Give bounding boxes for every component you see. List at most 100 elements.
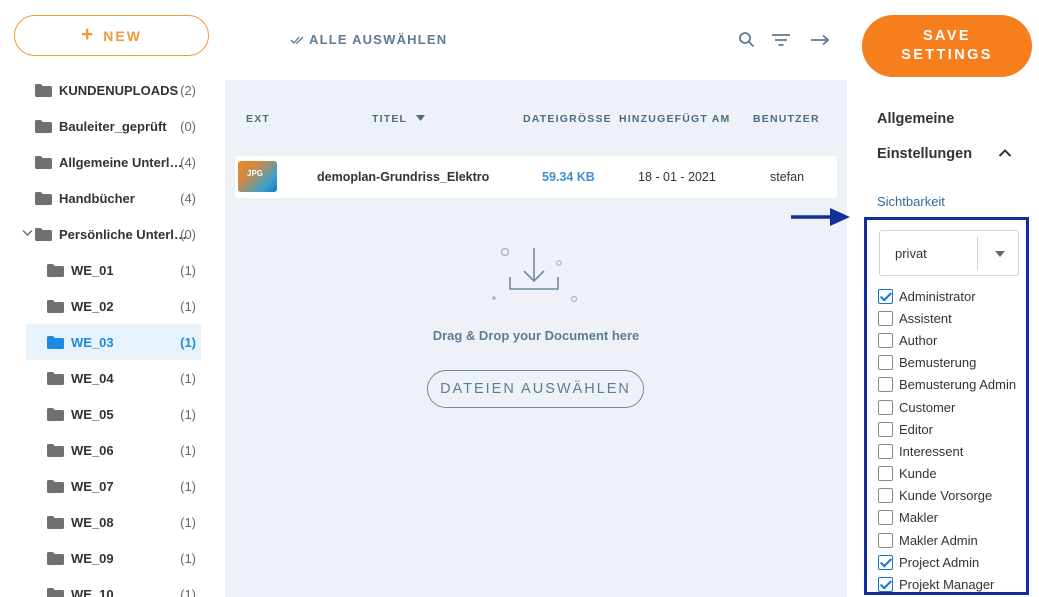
chevron-down-icon[interactable] bbox=[22, 229, 33, 237]
new-button-label: NEW bbox=[103, 27, 142, 44]
folder-count: (1) bbox=[180, 478, 196, 494]
file-size: 59.34 KB bbox=[542, 170, 595, 184]
subfolder-item-we07[interactable]: WE_07 (1) bbox=[0, 468, 212, 504]
visibility-highlight-box: privat Administrator Assistent Author Be… bbox=[864, 217, 1029, 595]
folder-count: (4) bbox=[180, 154, 196, 170]
select-all-button[interactable]: ALLE AUSWÄHLEN bbox=[290, 32, 447, 47]
folder-count: (1) bbox=[180, 550, 196, 566]
folder-count: (1) bbox=[180, 586, 196, 597]
role-label: Kunde bbox=[899, 466, 937, 482]
folder-icon bbox=[47, 335, 64, 349]
select-divider bbox=[977, 237, 978, 270]
role-label: Bemusterung bbox=[899, 355, 977, 371]
folder-icon bbox=[47, 443, 64, 457]
checkbox[interactable] bbox=[878, 532, 893, 548]
file-row[interactable]: JPG demoplan-Grundriss_Elektro 59.34 KB … bbox=[235, 156, 837, 198]
checkbox[interactable] bbox=[878, 421, 893, 437]
dropzone-text: Drag & Drop your Document here bbox=[432, 328, 640, 343]
checkbox[interactable] bbox=[878, 310, 893, 326]
visibility-select[interactable]: privat bbox=[879, 230, 1019, 276]
subfolder-item-we06[interactable]: WE_06 (1) bbox=[0, 432, 212, 468]
subfolder-item-we04[interactable]: WE_04 (1) bbox=[0, 360, 212, 396]
subfolder-item-we09[interactable]: WE_09 (1) bbox=[0, 540, 212, 576]
choose-files-button[interactable]: DATEIEN AUSWÄHLEN bbox=[427, 370, 644, 408]
checkbox[interactable] bbox=[878, 355, 893, 371]
visibility-select-value: privat bbox=[895, 246, 927, 261]
folder-icon bbox=[47, 587, 64, 597]
checkbox[interactable] bbox=[878, 510, 893, 526]
file-thumbnail: JPG bbox=[238, 161, 277, 192]
role-label: Author bbox=[899, 332, 938, 348]
subfolder-item-we08[interactable]: WE_08 (1) bbox=[0, 504, 212, 540]
folder-count: (0) bbox=[180, 226, 196, 242]
role-option-projekt-manager[interactable]: Projekt Manager bbox=[878, 573, 1016, 593]
folder-item-bauleiter[interactable]: Bauleiter_geprüft (0) bbox=[0, 108, 212, 144]
select-all-label: ALLE AUSWÄHLEN bbox=[309, 32, 448, 47]
role-option-customer[interactable]: Customer bbox=[878, 396, 1016, 418]
folder-icon bbox=[35, 155, 52, 169]
role-option-author[interactable]: Author bbox=[878, 329, 1016, 351]
folder-count: (4) bbox=[180, 190, 196, 206]
role-option-editor[interactable]: Editor bbox=[878, 418, 1016, 440]
folder-icon bbox=[35, 119, 52, 133]
checkbox[interactable] bbox=[878, 377, 893, 393]
file-date: 18 - 01 - 2021 bbox=[638, 170, 716, 184]
new-button[interactable]: + NEW bbox=[14, 15, 209, 56]
file-panel: EXT TITEL DATEIGRÖSSE HINZUGEFÜGT AM BEN… bbox=[225, 80, 847, 597]
checkbox[interactable] bbox=[878, 488, 893, 504]
double-check-icon bbox=[290, 36, 304, 44]
role-option-bemusterung[interactable]: Bemusterung bbox=[878, 352, 1016, 374]
filter-icon[interactable] bbox=[771, 30, 791, 50]
role-label: Projekt Manager bbox=[899, 577, 995, 593]
role-option-makler-admin[interactable]: Makler Admin bbox=[878, 529, 1016, 551]
folder-count: (1) bbox=[180, 442, 196, 458]
subfolder-item-we05[interactable]: WE_05 (1) bbox=[0, 396, 212, 432]
subfolder-item-we02[interactable]: WE_02 (1) bbox=[0, 288, 212, 324]
subfolder-item-we01[interactable]: WE_01 (1) bbox=[0, 252, 212, 288]
column-header-user[interactable]: BENUTZER bbox=[753, 113, 820, 125]
column-header-ext[interactable]: EXT bbox=[246, 113, 270, 125]
role-option-project-admin[interactable]: Project Admin bbox=[878, 551, 1016, 573]
checkbox[interactable] bbox=[878, 466, 893, 482]
role-label: Assistent bbox=[899, 310, 952, 326]
role-option-assistent[interactable]: Assistent bbox=[878, 307, 1016, 329]
column-header-title[interactable]: TITEL bbox=[372, 113, 426, 125]
checkbox[interactable] bbox=[878, 577, 893, 592]
chevron-up-icon[interactable] bbox=[998, 148, 1012, 158]
checkbox[interactable] bbox=[878, 554, 893, 570]
role-option-kunde-vorsorge[interactable]: Kunde Vorsorge bbox=[878, 485, 1016, 507]
folder-item-kundenuploads[interactable]: KUNDENUPLOADS (2) bbox=[0, 72, 212, 108]
upload-icon bbox=[492, 247, 578, 303]
role-option-administrator[interactable]: Administrator bbox=[878, 285, 1016, 307]
checkbox[interactable] bbox=[878, 399, 893, 415]
save-settings-button[interactable]: SAVE SETTINGS bbox=[862, 15, 1032, 77]
search-icon[interactable] bbox=[737, 30, 757, 50]
role-option-kunde[interactable]: Kunde bbox=[878, 463, 1016, 485]
column-header-size[interactable]: DATEIGRÖSSE bbox=[523, 113, 612, 125]
arrow-right-icon[interactable] bbox=[810, 30, 830, 50]
folder-count: (1) bbox=[180, 370, 196, 386]
folder-count: (2) bbox=[180, 82, 196, 98]
subfolder-item-we03[interactable]: WE_03 (1) bbox=[26, 324, 201, 360]
folder-count: (1) bbox=[180, 298, 196, 314]
role-label: Project Admin bbox=[899, 554, 980, 570]
subfolder-item-we10[interactable]: WE_10 (1) bbox=[0, 576, 212, 597]
checkbox[interactable] bbox=[878, 332, 893, 348]
folder-item-persoenliche[interactable]: Persönliche Unterl… (0) bbox=[0, 216, 212, 252]
column-header-added[interactable]: HINZUGEFÜGT AM bbox=[619, 113, 731, 125]
role-option-bemusterung-admin[interactable]: Bemusterung Admin bbox=[878, 374, 1016, 396]
role-option-interessent[interactable]: Interessent bbox=[878, 440, 1016, 462]
annotation-arrow-icon bbox=[791, 208, 850, 226]
folder-icon bbox=[47, 479, 64, 493]
folder-icon bbox=[35, 191, 52, 205]
checkbox[interactable] bbox=[878, 288, 893, 304]
checkbox[interactable] bbox=[878, 443, 893, 459]
folder-item-allgemeine[interactable]: Allgemeine Unterl… (4) bbox=[0, 144, 212, 180]
folder-count: (1) bbox=[180, 514, 196, 530]
role-option-makler[interactable]: Makler bbox=[878, 507, 1016, 529]
folder-count: (1) bbox=[180, 334, 196, 350]
folder-item-handbuecher[interactable]: Handbücher (4) bbox=[0, 180, 212, 216]
save-label-line2: SETTINGS bbox=[901, 47, 993, 63]
save-label-line1: SAVE bbox=[922, 28, 971, 44]
plus-icon: + bbox=[81, 23, 96, 46]
